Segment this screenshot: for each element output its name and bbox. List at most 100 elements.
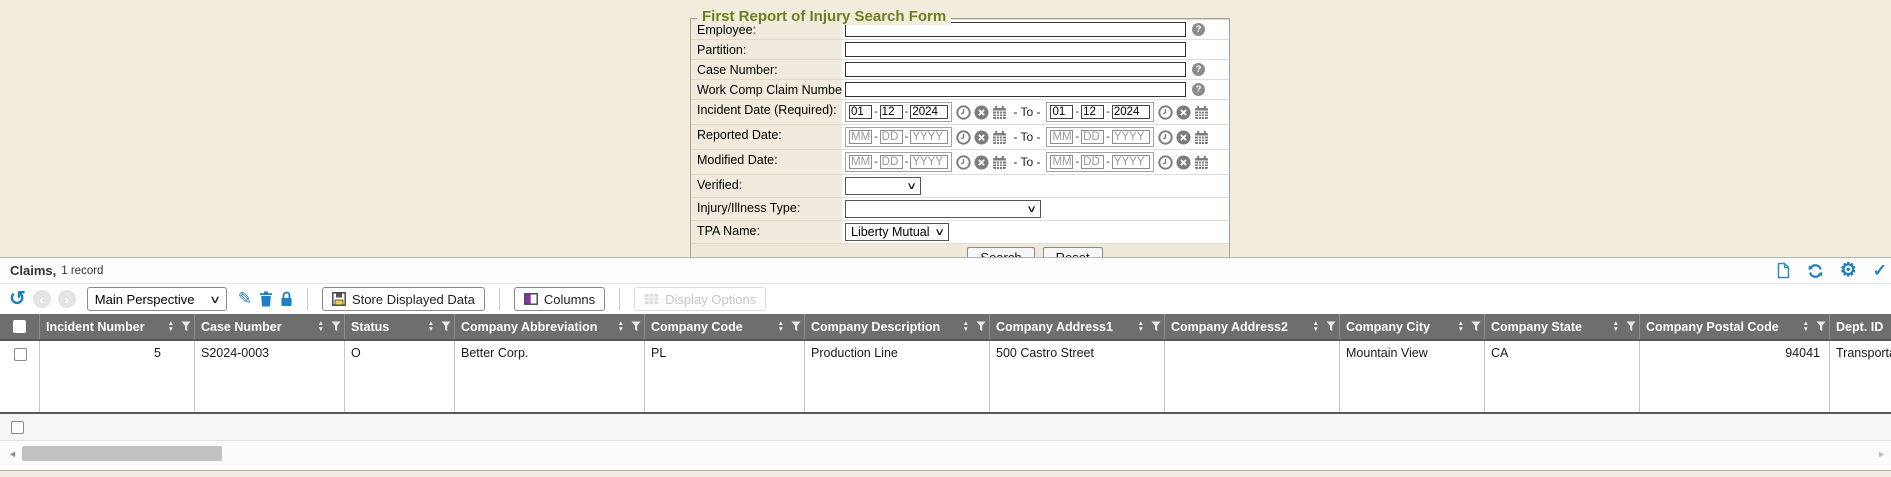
modified-from-year-input[interactable] [910, 155, 948, 169]
row-select-cell[interactable] [0, 341, 40, 412]
scrollbar-thumb[interactable] [22, 446, 222, 461]
reported-from-year-input[interactable] [910, 130, 948, 144]
select-all-header-cell[interactable] [0, 314, 40, 339]
column-header-case-number[interactable]: Case Number ▲▼ [195, 314, 345, 339]
work-comp-claim-number-input[interactable] [845, 82, 1186, 97]
sort-icon[interactable]: ▲▼ [428, 321, 434, 333]
incident-to-month-input[interactable] [1050, 105, 1073, 119]
time-picker-icon[interactable] [956, 155, 971, 170]
refresh-icon[interactable] [1807, 263, 1824, 279]
reported-to-month-input[interactable] [1050, 130, 1073, 144]
help-icon[interactable]: ? [1192, 83, 1205, 96]
clear-date-icon[interactable] [1176, 105, 1191, 120]
time-picker-icon[interactable] [1158, 105, 1173, 120]
reported-from-month-input[interactable] [849, 130, 872, 144]
perspective-select[interactable]: Main Perspective ∨ [87, 287, 227, 311]
help-icon[interactable]: ? [1192, 63, 1205, 76]
filter-icon[interactable] [331, 321, 341, 332]
clear-date-icon[interactable] [1176, 130, 1191, 145]
scroll-right-arrow[interactable]: ► [1877, 449, 1886, 459]
column-header-company-address2[interactable]: Company Address2 ▲▼ [1165, 314, 1340, 339]
time-picker-icon[interactable] [956, 130, 971, 145]
gear-icon[interactable]: ⚙ [1840, 263, 1857, 279]
modified-to-month-input[interactable] [1050, 155, 1073, 169]
calendar-icon[interactable] [992, 130, 1007, 145]
check-icon[interactable]: ✓ [1873, 261, 1887, 281]
modified-to-year-input[interactable] [1112, 155, 1150, 169]
calendar-icon[interactable] [1194, 130, 1209, 145]
incident-from-day-input[interactable] [880, 105, 903, 119]
filter-icon[interactable] [181, 321, 191, 332]
edit-perspective-icon[interactable]: ✎ [238, 289, 252, 309]
help-icon[interactable]: ? [1192, 23, 1205, 36]
column-header-company-state[interactable]: Company State ▲▼ [1485, 314, 1640, 339]
footer-checkbox[interactable] [11, 421, 24, 434]
sort-icon[interactable]: ▲▼ [318, 321, 324, 333]
new-page-icon[interactable] [1776, 262, 1791, 279]
clear-date-icon[interactable] [974, 130, 989, 145]
column-header-company-code[interactable]: Company Code ▲▼ [645, 314, 805, 339]
clear-date-icon[interactable] [1176, 155, 1191, 170]
lock-icon[interactable] [280, 291, 293, 307]
tpa-name-select[interactable]: Liberty Mutual ∨ [845, 223, 949, 241]
filter-icon[interactable] [441, 321, 451, 332]
sort-icon[interactable]: ▲▼ [618, 321, 624, 333]
incident-to-day-input[interactable] [1081, 105, 1104, 119]
table-row[interactable]: 5 S2024-0003 O Better Corp. PL Productio… [0, 341, 1891, 412]
filter-icon[interactable] [1151, 321, 1161, 332]
column-header-incident-number[interactable]: Incident Number ▲▼ [40, 314, 195, 339]
case-number-input[interactable] [845, 62, 1186, 77]
injury-type-select[interactable]: ∨ [845, 200, 1041, 218]
select-all-checkbox[interactable] [13, 320, 26, 333]
reported-from-day-input[interactable] [880, 130, 903, 144]
clear-date-icon[interactable] [974, 105, 989, 120]
sort-icon[interactable]: ▲▼ [778, 321, 784, 333]
filter-icon[interactable] [1326, 321, 1336, 332]
previous-perspective-button[interactable]: ‹ [33, 290, 51, 308]
time-picker-icon[interactable] [956, 105, 971, 120]
column-header-company-description[interactable]: Company Description ▲▼ [805, 314, 990, 339]
horizontal-scrollbar[interactable]: ◄ ► [0, 440, 1891, 466]
time-picker-icon[interactable] [1158, 155, 1173, 170]
filter-icon[interactable] [976, 321, 986, 332]
modified-to-day-input[interactable] [1081, 155, 1104, 169]
column-header-company-abbreviation[interactable]: Company Abbreviation ▲▼ [455, 314, 645, 339]
store-displayed-data-button[interactable]: Store Displayed Data [322, 287, 485, 311]
columns-button[interactable]: Columns [514, 287, 605, 311]
sort-icon[interactable]: ▲▼ [1138, 321, 1144, 333]
filter-icon[interactable] [791, 321, 801, 332]
clear-date-icon[interactable] [974, 155, 989, 170]
incident-from-year-input[interactable] [910, 105, 948, 119]
next-perspective-button[interactable]: › [58, 290, 76, 308]
column-header-company-postal-code[interactable]: Company Postal Code ▲▼ [1640, 314, 1830, 339]
calendar-icon[interactable] [1194, 155, 1209, 170]
filter-icon[interactable] [1471, 321, 1481, 332]
incident-from-month-input[interactable] [849, 105, 872, 119]
partition-input[interactable] [845, 42, 1186, 57]
time-picker-icon[interactable] [1158, 130, 1173, 145]
delete-perspective-icon[interactable] [259, 291, 273, 307]
calendar-icon[interactable] [1194, 105, 1209, 120]
sort-icon[interactable]: ▲▼ [963, 321, 969, 333]
column-header-status[interactable]: Status ▲▼ [345, 314, 455, 339]
modified-from-day-input[interactable] [880, 155, 903, 169]
filter-icon[interactable] [1816, 321, 1826, 332]
sort-icon[interactable]: ▲▼ [1458, 321, 1464, 333]
filter-icon[interactable] [1626, 321, 1636, 332]
sort-icon[interactable]: ▲▼ [1313, 321, 1319, 333]
verified-select[interactable]: ∨ [845, 177, 921, 195]
calendar-icon[interactable] [992, 155, 1007, 170]
undo-icon[interactable]: ↺ [9, 289, 26, 309]
modified-from-month-input[interactable] [849, 155, 872, 169]
reported-to-year-input[interactable] [1112, 130, 1150, 144]
calendar-icon[interactable] [992, 105, 1007, 120]
filter-icon[interactable] [631, 321, 641, 332]
incident-to-year-input[interactable] [1112, 105, 1150, 119]
column-header-dept-id[interactable]: Dept. ID ▲▼ [1830, 314, 1891, 339]
sort-icon[interactable]: ▲▼ [168, 321, 174, 333]
column-header-company-city[interactable]: Company City ▲▼ [1340, 314, 1485, 339]
sort-icon[interactable]: ▲▼ [1803, 321, 1809, 333]
reported-to-day-input[interactable] [1081, 130, 1104, 144]
row-checkbox[interactable] [14, 348, 27, 361]
column-header-company-address1[interactable]: Company Address1 ▲▼ [990, 314, 1165, 339]
